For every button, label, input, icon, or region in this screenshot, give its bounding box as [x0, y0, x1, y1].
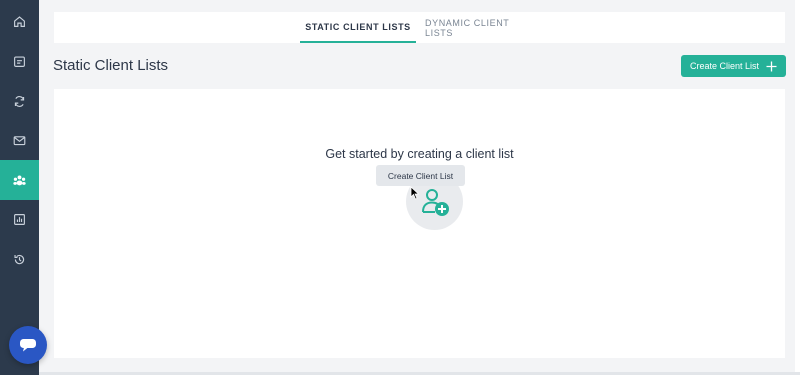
page-title: Static Client Lists [53, 57, 169, 74]
sidebar-item-calendar[interactable] [0, 41, 39, 81]
tab-bar: STATIC CLIENT LISTS DYNAMIC CLIENT LISTS [54, 12, 785, 43]
calendar-icon [14, 55, 25, 67]
sidebar-item-history[interactable] [0, 239, 39, 279]
sidebar-item-mail[interactable] [0, 120, 39, 160]
sidebar [0, 0, 39, 375]
empty-state-create-button[interactable]: Create Client List [376, 165, 465, 186]
tab-static-client-lists[interactable]: STATIC CLIENT LISTS [300, 12, 416, 43]
clients-icon [13, 174, 26, 185]
sidebar-item-sync[interactable] [0, 81, 39, 121]
reports-icon [14, 213, 25, 225]
mail-icon [13, 135, 26, 145]
tab-dynamic-client-lists[interactable]: DYNAMIC CLIENT LISTS [425, 12, 533, 43]
sync-icon [14, 95, 25, 107]
history-icon [14, 254, 25, 264]
chat-button[interactable] [9, 326, 47, 364]
empty-state-card [54, 89, 785, 358]
sidebar-item-reports[interactable] [0, 199, 39, 239]
plus-icon [766, 61, 777, 71]
chat-icon [20, 339, 36, 352]
create-client-list-button-label: Create Client List [689, 61, 760, 71]
window-edge [795, 0, 800, 375]
mouse-cursor-icon [410, 186, 420, 200]
sidebar-item-home[interactable] [0, 1, 39, 41]
home-icon [14, 15, 25, 27]
create-client-list-button[interactable]: Create Client List [681, 55, 786, 77]
sidebar-item-clients[interactable] [0, 160, 39, 200]
add-user-icon [421, 188, 449, 216]
empty-state-message: Get started by creating a client list [325, 147, 514, 161]
